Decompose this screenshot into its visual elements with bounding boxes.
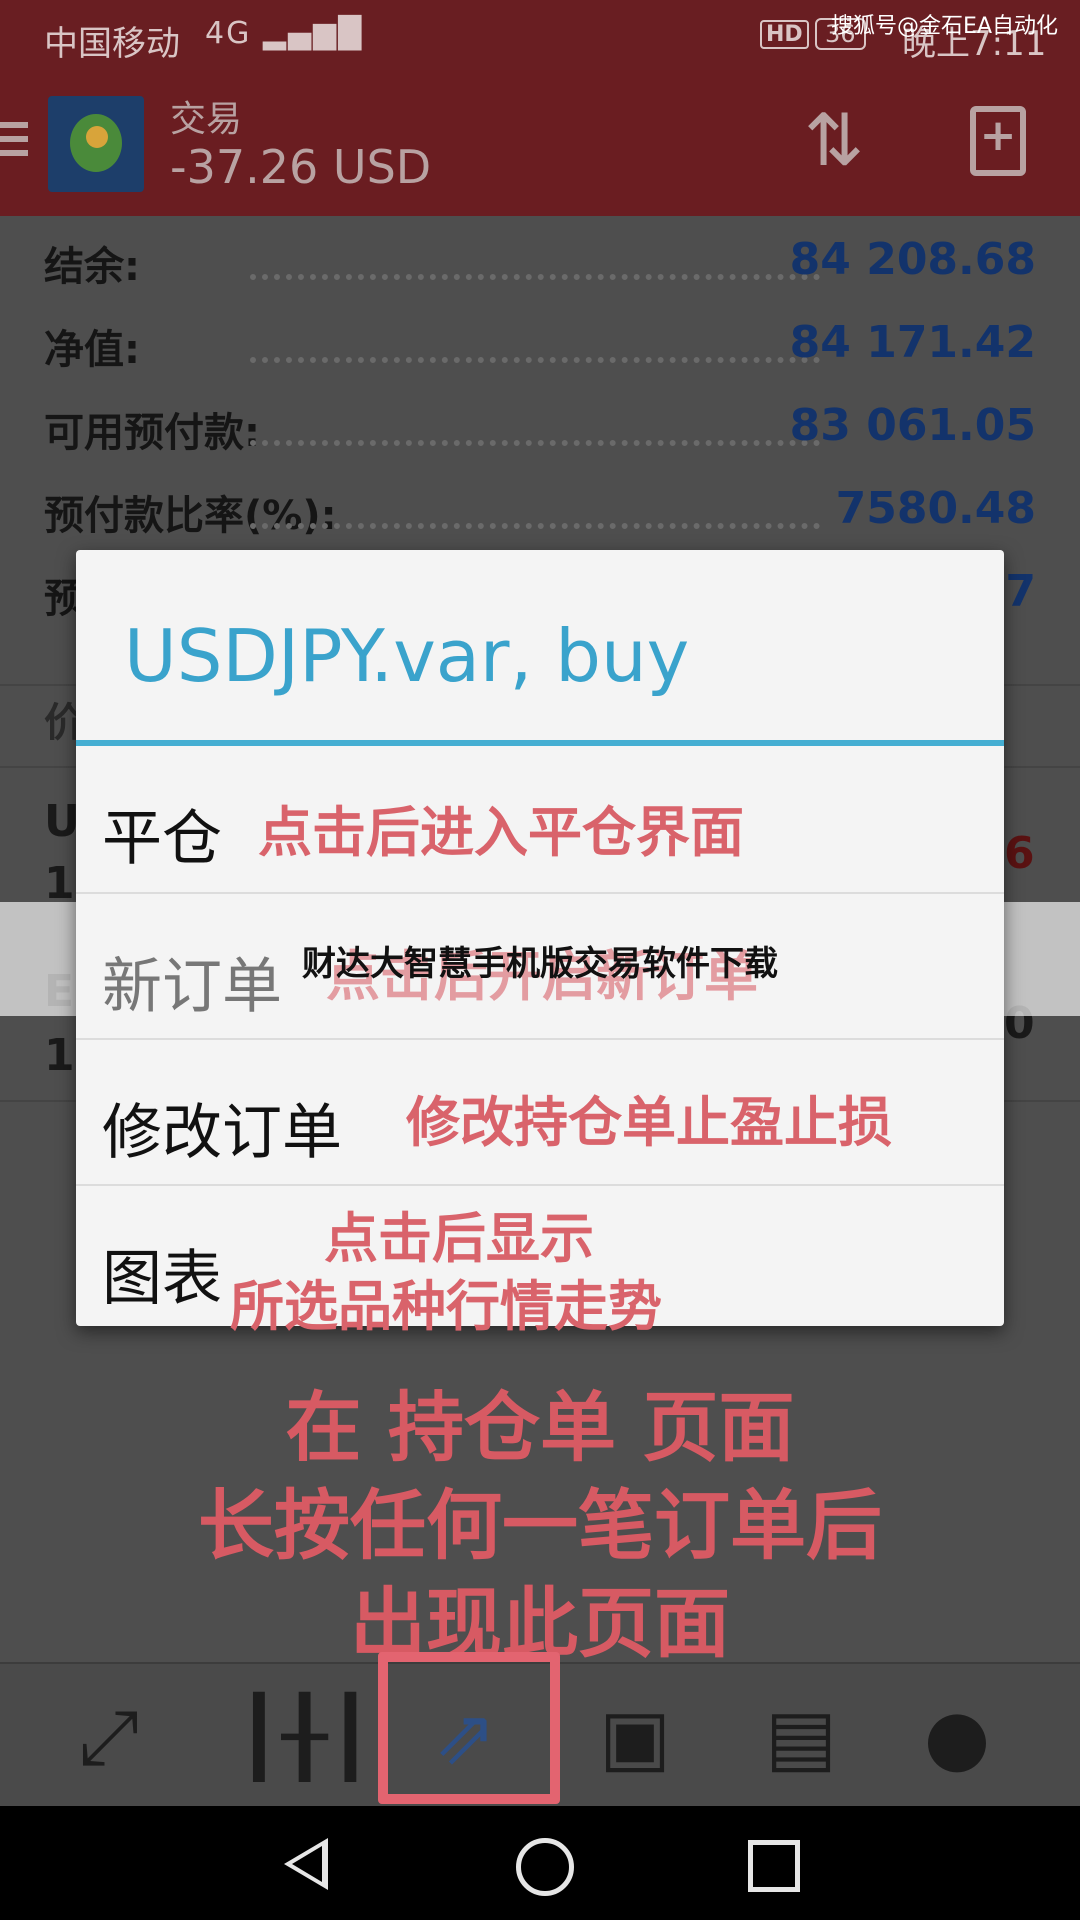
toolbar-title: 交易 [170, 99, 243, 140]
candlestick-icon[interactable]: ┃╂┃ [236, 1692, 373, 1782]
account-label: 预付款比率(%): [44, 493, 337, 539]
back-icon[interactable] [284, 1838, 328, 1890]
account-label: 净值: [44, 327, 140, 373]
dotted-leader [250, 523, 820, 529]
status-bar: 中国移动 4G ▂▄▆█ HD 36 晚上7:11 搜狐号@金石EA自动化 [0, 0, 1080, 70]
recent-apps-icon[interactable] [748, 1840, 800, 1892]
position-detail: 1 [44, 1030, 75, 1081]
menu-item-label: 图表 [102, 1244, 222, 1314]
menu-icon[interactable] [0, 122, 28, 164]
account-label: 可用预付款: [44, 410, 260, 456]
annotation-close-position: 点击后进入平仓界面 [258, 801, 744, 864]
menu-item-label: 平仓 [102, 804, 222, 874]
hd-badge: HD [760, 20, 809, 49]
quotes-arrows-icon[interactable]: ⤢ [64, 1692, 154, 1782]
menu-item-label: 修改订单 [102, 1098, 342, 1168]
system-nav-bar [0, 1806, 1080, 1920]
account-row-margin-level: 预付款比率(%): 7580.48 [0, 465, 1080, 548]
sort-icon[interactable]: ⇅ [804, 98, 864, 182]
chat-icon[interactable]: ● [912, 1692, 1002, 1782]
account-value: 83 061.05 [789, 400, 1036, 451]
instruction-line1: 在 持仓单 页面 [285, 1383, 795, 1472]
position-profit: 6 [1004, 828, 1035, 879]
dotted-leader [250, 357, 820, 363]
home-icon[interactable] [516, 1838, 574, 1896]
inbox-icon[interactable]: ▣ [590, 1692, 680, 1782]
nav-highlight-box [378, 1652, 560, 1804]
dialog-title: USDJPY.var, buy [124, 614, 690, 698]
app-logo [48, 96, 144, 192]
account-value: 7 [1005, 566, 1036, 617]
account-value: 84 171.42 [789, 317, 1036, 368]
dotted-leader [250, 440, 820, 446]
carrier-name: 中国移动 [44, 24, 180, 64]
network-type: 4G [205, 16, 252, 51]
dotted-leader [250, 274, 820, 280]
account-row-free-margin: 可用预付款: 83 061.05 [0, 382, 1080, 465]
account-row-equity: 净值: 84 171.42 [0, 299, 1080, 382]
position-symbol[interactable]: U [44, 796, 80, 847]
instruction-line2: 长按任何一笔订单后 [198, 1481, 882, 1570]
signal-indicator: 4G ▂▄▆█ [205, 16, 364, 51]
banner-text: 财达大智慧手机版交易软件下载 [302, 944, 778, 984]
app-toolbar: 交易 -37.26 USD ⇅ + [0, 70, 1080, 216]
account-value: 7580.48 [835, 483, 1036, 534]
annotation-chart-line2: 所选品种行情走势 [230, 1275, 662, 1338]
watermark: 搜狐号@金石EA自动化 [831, 14, 1058, 39]
account-row-balance: 结余: 84 208.68 [0, 216, 1080, 299]
news-icon[interactable]: ▤ [756, 1692, 846, 1782]
account-label: 结余: [44, 244, 140, 290]
annotation-modify-order: 修改持仓单止盈止损 [406, 1091, 892, 1154]
new-order-icon[interactable]: + [970, 106, 1026, 176]
account-value: 84 208.68 [789, 234, 1036, 285]
toolbar-balance: -37.26 USD [170, 140, 432, 194]
